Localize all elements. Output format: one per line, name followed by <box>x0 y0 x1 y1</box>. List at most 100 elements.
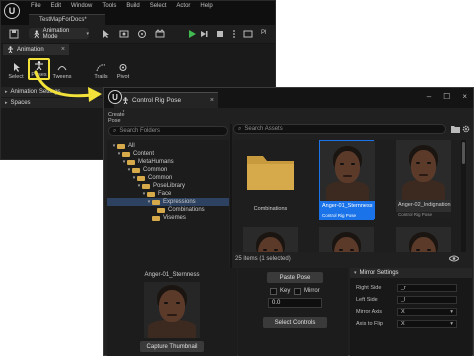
mirror-setting-dropdown[interactable]: X ▾ <box>397 319 457 328</box>
cinematics-icon[interactable] <box>155 29 165 39</box>
pose-preview-panel: Anger-01_Sternness Capture Thumbnail <box>107 268 237 356</box>
asset-scrollbar-thumb[interactable] <box>462 142 465 164</box>
mirror-settings-title: Mirror Settings <box>359 270 399 276</box>
pose-thumbnail <box>319 227 374 252</box>
preview-name: Anger-01_Sternness <box>144 272 200 278</box>
menu-item[interactable]: Edit <box>51 3 61 9</box>
asset-tile[interactable] <box>396 227 451 252</box>
new-folder-icon[interactable] <box>451 125 460 133</box>
select-mode-icon[interactable] <box>101 29 111 39</box>
menu-item[interactable]: Actor <box>176 3 190 9</box>
settings-gear-icon[interactable] <box>462 125 470 133</box>
close-icon[interactable]: × <box>210 97 214 104</box>
asset-search-input[interactable]: ⌕ Search Assets <box>233 124 446 134</box>
tree-item[interactable]: ▾ Common <box>107 174 229 182</box>
mirror-setting-input[interactable]: _l <box>397 295 457 304</box>
folder-icon <box>152 199 160 205</box>
eye-icon[interactable] <box>449 255 459 262</box>
folder-icon <box>247 156 294 190</box>
folder-search-input[interactable]: ⌕ Search Folders <box>108 126 228 136</box>
animation-mode-label: Animation Mode <box>42 27 70 40</box>
play-options-icon[interactable] <box>229 29 239 39</box>
play-icon[interactable] <box>187 29 197 39</box>
running-figure-icon <box>34 29 40 38</box>
mirror-setting-label: Axis to Flip <box>356 320 383 327</box>
window-controls: – ☐ × <box>427 93 467 101</box>
tool-label: Select <box>8 74 24 80</box>
menu-item[interactable]: Build <box>126 3 139 9</box>
menu-item[interactable]: Tools <box>102 3 116 9</box>
panel-splitter[interactable] <box>230 124 232 269</box>
key-checkbox[interactable] <box>270 288 277 295</box>
chevron-down-icon: ▾ <box>450 308 453 315</box>
asset-tile-selected[interactable]: Anger-01_Sternness Control Rig Pose <box>319 140 375 220</box>
tree-item[interactable]: ▾ Face <box>107 190 229 198</box>
collapse-arrow-icon: ▸ <box>5 89 8 95</box>
mirror-setting-value: X <box>401 308 405 315</box>
save-icon[interactable] <box>9 29 19 39</box>
pose-thumbnail <box>243 227 298 252</box>
blend-value: 0.0 <box>272 300 281 306</box>
asset-name: Combinations <box>253 206 288 212</box>
asset-tile-folder[interactable]: Combinations <box>243 142 298 216</box>
select-controls-button[interactable]: Select Controls <box>263 317 327 328</box>
menu-item[interactable]: Select <box>150 3 167 9</box>
search-icon: ⌕ <box>238 125 242 132</box>
tool-select[interactable]: Select <box>5 58 27 80</box>
tree-item-label: Expressions <box>163 199 196 205</box>
animation-panel-tab[interactable]: Animation × <box>3 44 69 55</box>
mirror-setting-value: X <box>401 320 405 327</box>
minimize-icon[interactable]: – <box>427 93 431 101</box>
menu-item[interactable]: Window <box>71 3 92 9</box>
step-icon[interactable] <box>199 29 209 39</box>
platforms-label[interactable]: Pl <box>261 30 266 36</box>
menu-item[interactable]: File <box>31 3 41 9</box>
folder-icon <box>132 167 140 173</box>
mirror-setting-value: _l <box>401 296 406 303</box>
mirror-setting-label: Right Side <box>356 284 382 291</box>
preview-thumbnail <box>144 282 200 338</box>
animation-mode-dropdown[interactable]: Animation Mode ▾ <box>29 27 89 40</box>
tree-item[interactable]: ▾ MetaHumans <box>107 158 229 166</box>
tree-item[interactable]: ▾ Common <box>107 166 229 174</box>
paste-pose-button[interactable]: Paste Pose <box>267 272 323 283</box>
mirror-settings-header[interactable]: ▾ Mirror Settings <box>350 268 472 278</box>
asset-tile[interactable]: Anger-02_Indignation Control Rig Pose <box>396 140 451 218</box>
stop-icon[interactable] <box>215 29 225 39</box>
menu-bar: File Edit Window Tools Build Select Actor Help <box>1 1 275 13</box>
folder-icon <box>137 175 145 181</box>
asset-kind: Control Rig Pose <box>320 213 375 219</box>
blueprint-icon[interactable] <box>137 29 147 39</box>
asset-grid: Combinations Anger-01_Sternness Control … <box>233 140 461 252</box>
tree-item-label: Content <box>133 151 155 157</box>
map-tab[interactable]: TestMapForDocs* <box>29 14 105 25</box>
platforms-icon[interactable] <box>243 29 253 39</box>
blend-value-input[interactable]: 0.0 <box>268 298 322 308</box>
tree-item[interactable]: ▾ Content <box>107 150 229 158</box>
maximize-icon[interactable]: ☐ <box>443 93 450 101</box>
tree-item[interactable]: ▾ PoseLibrary <box>107 182 229 190</box>
create-pose-button[interactable]: Create Pose <box>108 110 138 124</box>
tree-item-label: Common <box>143 167 168 173</box>
tree-item[interactable]: ▾ All <box>107 142 229 150</box>
mirror-setting-input[interactable]: _r <box>397 283 457 292</box>
pose-figure-icon <box>35 61 43 70</box>
pose-thumbnail <box>396 227 451 252</box>
tree-item-label: Combinations <box>168 207 205 213</box>
asset-tile[interactable] <box>319 227 374 252</box>
mirror-checkbox[interactable] <box>294 288 301 295</box>
select-arrow-icon <box>14 63 20 72</box>
content-icon[interactable] <box>119 29 129 39</box>
menu-item[interactable]: Help <box>200 3 212 9</box>
close-icon[interactable]: × <box>61 46 65 53</box>
capture-thumbnail-button[interactable]: Capture Thumbnail <box>140 341 204 352</box>
tree-item-label: Visemes <box>163 215 186 221</box>
folder-icon <box>152 215 160 221</box>
tree-item[interactable]: ▾ Expressions <box>107 198 229 206</box>
tree-item[interactable]: Visemes <box>107 214 229 222</box>
tree-item[interactable]: Combinations <box>107 206 229 214</box>
asset-tile[interactable] <box>243 227 298 252</box>
mirror-setting-dropdown[interactable]: X ▾ <box>397 307 457 316</box>
close-window-icon[interactable]: × <box>462 93 467 101</box>
tree-item-label: All <box>128 143 135 149</box>
